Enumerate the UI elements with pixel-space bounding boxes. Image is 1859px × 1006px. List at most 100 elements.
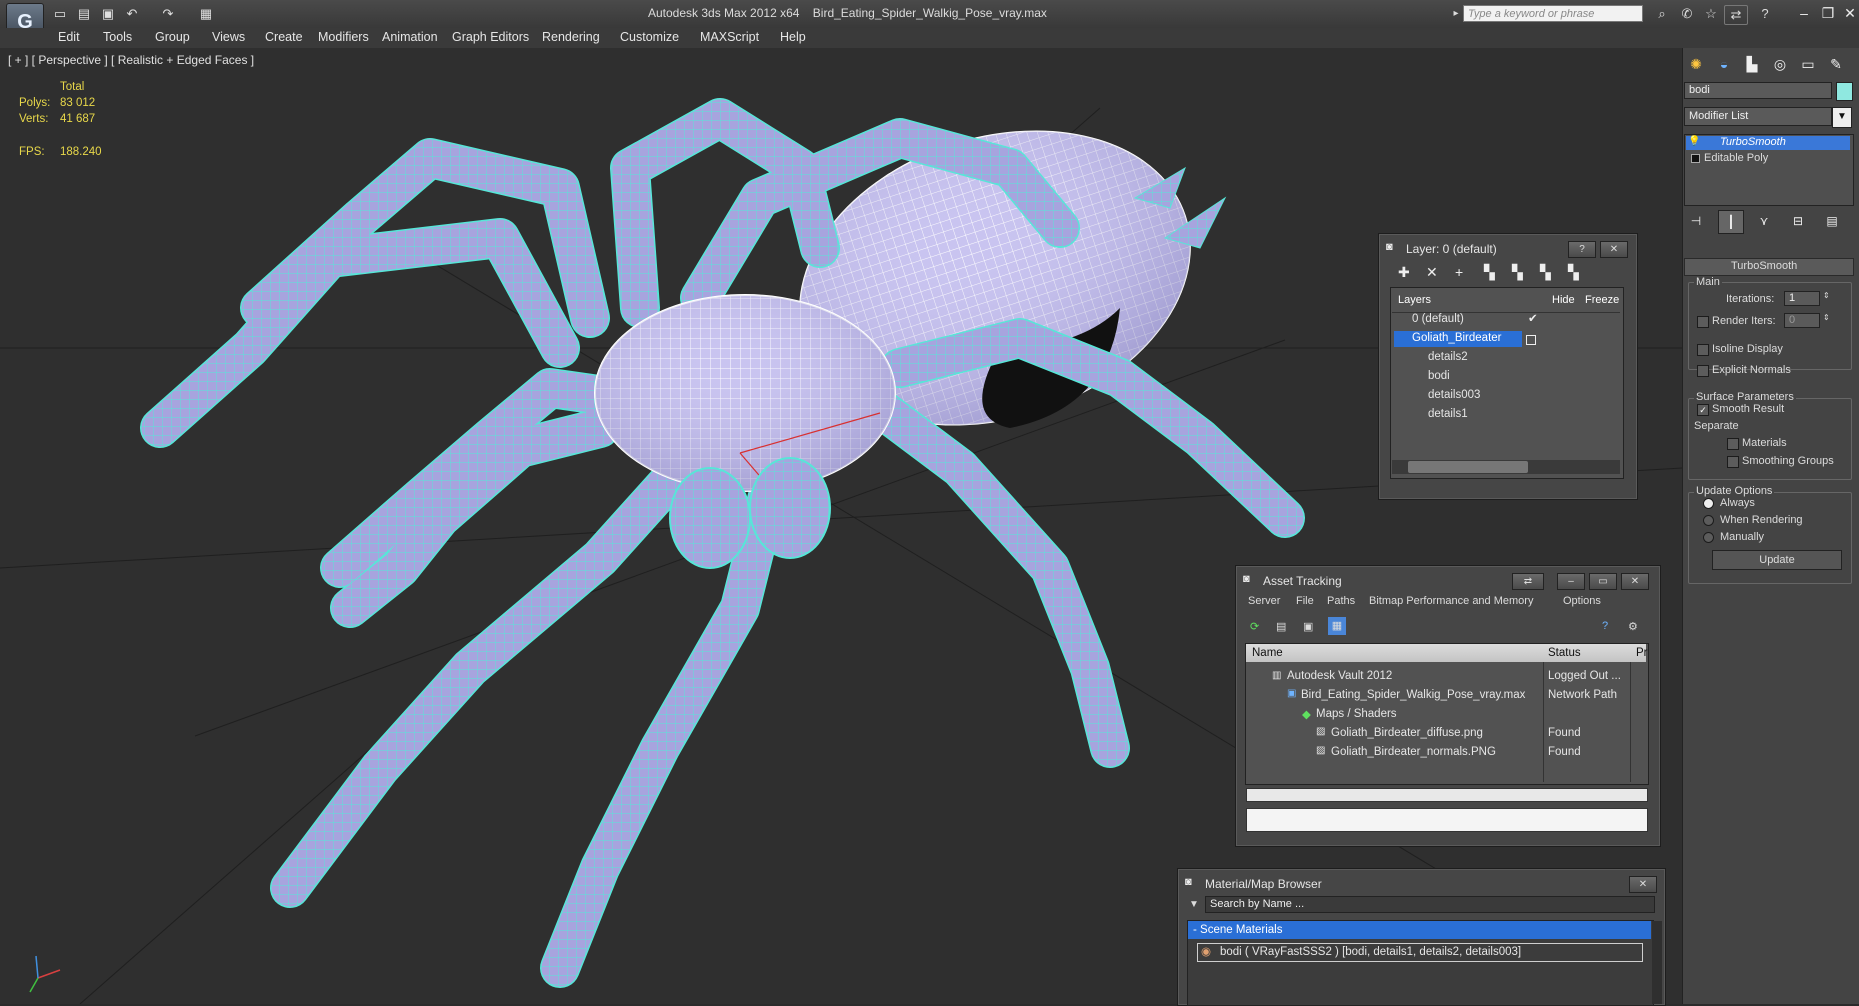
menu-create[interactable]: Create	[265, 30, 303, 44]
undo-icon[interactable]: ↶	[122, 5, 142, 23]
menu-group[interactable]: Group	[155, 30, 190, 44]
hide-all-icon[interactable]: ▚	[1540, 264, 1551, 281]
smoothing-groups-checkbox[interactable]	[1727, 456, 1739, 468]
new-file-icon[interactable]: ▭	[50, 5, 70, 23]
modify-tab-icon[interactable]: ◒	[1712, 53, 1736, 75]
highlight-layer-icon[interactable]: ▚	[1512, 264, 1523, 281]
layer-list-item[interactable]: details2	[1428, 351, 1468, 363]
utilities-tab-icon[interactable]: ✎	[1824, 53, 1848, 75]
asset-row-name[interactable]: Goliath_Birdeater_diffuse.png	[1331, 727, 1483, 739]
asset-menu-file[interactable]: File	[1296, 595, 1314, 607]
freeze-all-icon[interactable]: ▚	[1568, 264, 1579, 281]
redo-icon[interactable]: ↷	[158, 5, 178, 23]
material-item-label[interactable]: bodi ( VRayFastSSS2 ) [bodi, details1, d…	[1220, 946, 1521, 958]
refresh-icon[interactable]: ⟳	[1250, 620, 1259, 633]
remove-modifier-icon[interactable]: ⊟	[1786, 210, 1810, 232]
pin-stack-icon[interactable]: ⊣	[1684, 210, 1708, 232]
menu-maxscript[interactable]: MAXScript	[700, 30, 759, 44]
hierarchy-tab-icon[interactable]: ▙	[1740, 53, 1764, 75]
status-column-header[interactable]: Status	[1548, 647, 1581, 659]
name-column-header[interactable]: Name	[1252, 647, 1283, 659]
materials-checkbox[interactable]	[1727, 438, 1739, 450]
asset-help-icon[interactable]: ?	[1602, 620, 1608, 632]
menu-views[interactable]: Views	[212, 30, 245, 44]
asset-horizontal-scrollbar[interactable]	[1246, 788, 1648, 802]
subscription-icon[interactable]: ✆	[1676, 5, 1698, 23]
create-tab-icon[interactable]: ✺	[1684, 53, 1708, 75]
material-search-input[interactable]: Search by Name ...	[1205, 896, 1655, 913]
pr-column-header[interactable]: Pr	[1636, 647, 1648, 659]
viewport-label[interactable]: [ + ] [ Perspective ] [ Realistic + Edge…	[8, 53, 254, 67]
render-iters-spinner-icon[interactable]: ⇕	[1823, 313, 1830, 322]
exchange-icon[interactable]: ⇄	[1724, 5, 1748, 25]
manually-radio[interactable]	[1703, 532, 1714, 543]
menu-customize[interactable]: Customize	[620, 30, 679, 44]
add-to-layer-icon[interactable]: +	[1455, 264, 1463, 280]
communication-icon[interactable]: ☆	[1700, 5, 1722, 23]
when-rendering-radio[interactable]	[1703, 515, 1714, 526]
list-view-icon[interactable]: ▤	[1276, 620, 1286, 633]
thumbnail-view-icon[interactable]: ▣	[1303, 620, 1313, 633]
layer-list-item[interactable]: bodi	[1428, 370, 1450, 382]
table-view-icon[interactable]: ▦	[1328, 617, 1346, 635]
close-button[interactable]: ✕	[1836, 3, 1859, 23]
asset-menu-bitmap-performance[interactable]: Bitmap Performance and Memory	[1369, 595, 1533, 607]
save-icon[interactable]: ▣	[98, 5, 118, 23]
configure-sets-icon[interactable]: ▤	[1820, 210, 1844, 232]
smooth-result-checkbox[interactable]: ✓	[1697, 404, 1709, 416]
browser-options-arrow-icon[interactable]: ▼	[1189, 899, 1199, 910]
active-layer-check-icon[interactable]: ✔	[1528, 311, 1538, 325]
modifier-list-dropdown[interactable]: Modifier List	[1684, 107, 1832, 126]
isoline-display-checkbox[interactable]	[1697, 344, 1709, 356]
display-tab-icon[interactable]: ▭	[1796, 53, 1820, 75]
render-iters-input[interactable]: 0	[1784, 313, 1820, 328]
menu-animation[interactable]: Animation	[382, 30, 438, 44]
menu-rendering[interactable]: Rendering	[542, 30, 600, 44]
material-list-scrollbar[interactable]	[1652, 921, 1662, 1004]
make-unique-icon[interactable]: ⋎	[1752, 210, 1776, 232]
asset-menu-paths[interactable]: Paths	[1327, 595, 1355, 607]
lightbulb-icon[interactable]: 💡	[1688, 136, 1700, 147]
asset-maximize-button[interactable]: ▭	[1589, 573, 1617, 590]
perspective-viewport[interactable]	[0, 48, 1682, 1004]
asset-row-name[interactable]: Bird_Eating_Spider_Walkig_Pose_vray.max	[1301, 689, 1525, 701]
asset-row-name[interactable]: Goliath_Birdeater_normals.PNG	[1331, 746, 1496, 758]
object-color-swatch[interactable]	[1836, 82, 1853, 101]
open-file-icon[interactable]: ▤	[74, 5, 94, 23]
layer-list-item[interactable]: Goliath_Birdeater	[1412, 332, 1502, 344]
menu-graph-editors[interactable]: Graph Editors	[452, 30, 529, 44]
layer-list-item[interactable]: details1	[1428, 408, 1468, 420]
expand-icon[interactable]	[1691, 154, 1700, 163]
freeze-column-header[interactable]: Freeze	[1585, 294, 1619, 306]
help-icon[interactable]: ?	[1754, 5, 1776, 23]
menu-tools[interactable]: Tools	[103, 30, 132, 44]
layer-help-button[interactable]: ?	[1568, 241, 1596, 258]
asset-path-field[interactable]	[1246, 808, 1648, 832]
stack-item-editable-poly[interactable]: Editable Poly	[1704, 152, 1768, 164]
modifier-list-arrow-icon[interactable]: ▼	[1832, 107, 1852, 128]
iterations-input[interactable]: 1	[1784, 291, 1820, 306]
hide-column-header[interactable]: Hide	[1552, 294, 1575, 306]
asset-close-button[interactable]: ✕	[1621, 573, 1649, 590]
project-folder-icon[interactable]: ▦	[196, 5, 216, 23]
search-input[interactable]: Type a keyword or phrase	[1463, 5, 1643, 22]
render-iters-checkbox[interactable]	[1697, 316, 1709, 328]
object-name-input[interactable]: bodi	[1684, 82, 1832, 99]
layer-scrollbar-thumb[interactable]	[1408, 461, 1528, 473]
layer-close-button[interactable]: ✕	[1600, 241, 1628, 258]
layer-hide-toggle[interactable]	[1526, 335, 1536, 345]
scene-materials-label[interactable]: - Scene Materials	[1193, 924, 1282, 936]
show-end-result-icon[interactable]: ┃	[1718, 210, 1744, 234]
layers-column-header[interactable]: Layers	[1398, 294, 1431, 306]
asset-settings-icon[interactable]: ⚙	[1628, 620, 1638, 633]
asset-menu-server[interactable]: Server	[1248, 595, 1280, 607]
search-icon[interactable]: ⌕	[1651, 5, 1673, 23]
menu-edit[interactable]: Edit	[58, 30, 80, 44]
menu-help[interactable]: Help	[780, 30, 806, 44]
stack-item-turbosmooth[interactable]: TurboSmooth	[1720, 136, 1786, 148]
motion-tab-icon[interactable]: ◎	[1768, 53, 1792, 75]
asset-row-name[interactable]: Autodesk Vault 2012	[1287, 670, 1392, 682]
always-radio[interactable]	[1703, 498, 1714, 509]
menu-modifiers[interactable]: Modifiers	[318, 30, 369, 44]
asset-row-name[interactable]: Maps / Shaders	[1316, 708, 1397, 720]
